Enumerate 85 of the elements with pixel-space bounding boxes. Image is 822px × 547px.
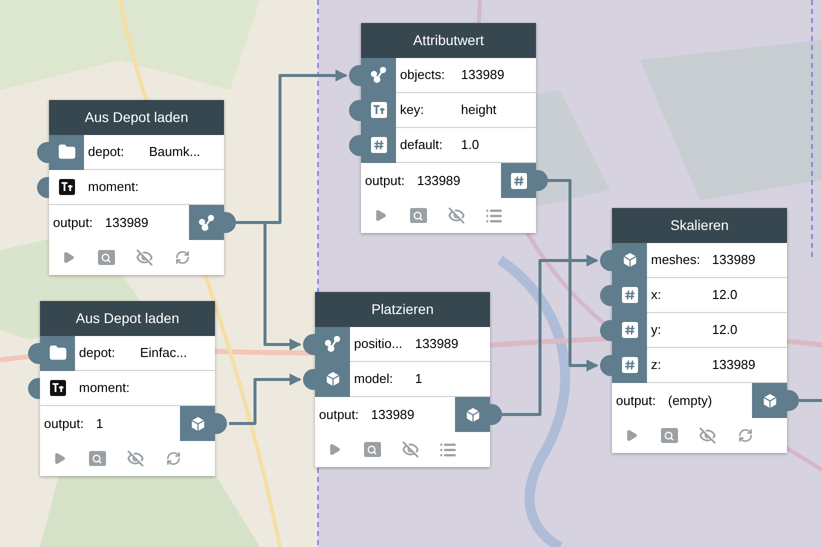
play-icon	[328, 443, 340, 456]
search-icon	[364, 442, 380, 457]
output-value: 133989	[105, 214, 148, 232]
input-label: model:	[354, 370, 394, 388]
output-port[interactable]	[752, 383, 787, 418]
input-label: depot:	[88, 143, 126, 162]
output-label: output:	[53, 214, 94, 232]
node-title: Attributwert	[413, 31, 484, 50]
output-port[interactable]	[189, 205, 224, 240]
output-label: output:	[616, 392, 657, 410]
text-icon	[50, 380, 66, 396]
cube-icon	[760, 392, 778, 410]
hash-icon	[622, 322, 638, 338]
input-value: 133989	[415, 335, 458, 354]
input-label: z:	[651, 356, 662, 374]
eye-off-icon	[126, 450, 144, 467]
input-label: objects:	[400, 66, 446, 84]
hash-icon	[370, 137, 386, 153]
refresh-icon	[738, 428, 752, 443]
node-title: Skalieren	[670, 216, 729, 235]
input-value: 133989	[461, 66, 504, 84]
eye-off-icon	[448, 207, 464, 224]
cube-icon	[620, 251, 638, 269]
search-icon	[88, 451, 106, 466]
input-label: depot:	[79, 344, 116, 362]
list-icon	[485, 206, 503, 224]
output-port[interactable]	[180, 406, 215, 441]
output-value: (empty)	[668, 392, 712, 410]
connector-line	[799, 399, 822, 402]
output-label: output:	[319, 406, 360, 424]
folder-icon	[48, 344, 66, 362]
output-port[interactable]	[501, 163, 536, 198]
input-value: Baumk...	[149, 143, 200, 162]
input-label: moment:	[79, 379, 131, 398]
input-label: x:	[651, 286, 662, 304]
search-icon	[410, 208, 426, 223]
node-title: Platzieren	[371, 300, 434, 319]
input-value: 12.0	[712, 321, 738, 340]
play-icon	[62, 251, 74, 264]
play-icon	[624, 429, 638, 442]
input-label: y:	[651, 321, 662, 340]
hash-icon	[622, 287, 638, 303]
input-label: meshes:	[651, 251, 702, 270]
output-value: 133989	[417, 172, 460, 190]
node-title: Aus Depot laden	[76, 309, 180, 328]
cube-icon	[464, 406, 482, 424]
cube-icon	[188, 414, 206, 432]
input-port[interactable]	[49, 134, 84, 170]
eye-off-icon	[698, 427, 716, 444]
input-value: 1.0	[461, 136, 480, 154]
input-value: height	[461, 101, 496, 120]
input-value: 12.0	[712, 286, 738, 304]
graph-icon	[324, 336, 340, 352]
input-value: 133989	[712, 251, 756, 270]
cube-icon	[324, 370, 342, 388]
output-value: 133989	[371, 406, 414, 424]
input-value: 1	[415, 370, 422, 388]
hash-icon	[510, 172, 526, 188]
input-label: positio...	[354, 335, 404, 354]
eye-off-icon	[136, 249, 152, 266]
play-icon	[374, 209, 386, 222]
search-icon	[660, 428, 678, 443]
graph-icon	[370, 67, 386, 83]
output-port[interactable]	[455, 397, 490, 432]
folder-icon	[58, 143, 76, 161]
graph-icon	[198, 214, 214, 230]
input-value: Einfac...	[140, 344, 187, 362]
output-value: 1	[96, 414, 104, 433]
input-label: key:	[400, 101, 425, 120]
refresh-icon	[174, 250, 190, 265]
play-icon	[52, 452, 66, 465]
node-title: Aus Depot laden	[84, 108, 188, 127]
text-icon	[58, 179, 74, 195]
text-icon	[370, 102, 386, 118]
list-icon	[439, 440, 457, 458]
search-icon	[98, 250, 114, 265]
refresh-icon	[166, 451, 180, 466]
input-port[interactable]	[40, 336, 75, 370]
output-label: output:	[44, 414, 85, 433]
output-label: output:	[365, 172, 406, 190]
eye-off-icon	[402, 441, 418, 458]
hash-icon	[622, 357, 638, 373]
input-label: moment:	[88, 178, 140, 196]
input-label: default:	[400, 136, 444, 154]
input-value: 133989	[712, 356, 756, 374]
